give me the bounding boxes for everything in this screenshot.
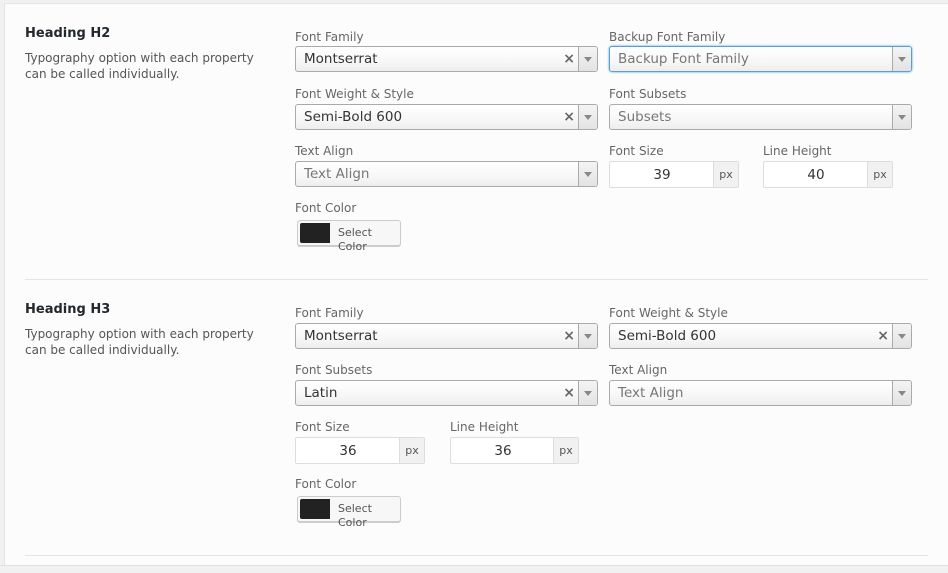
select-value: Montserrat [304,51,378,67]
h2-line-height-input[interactable]: 40 px [763,161,893,188]
select-placeholder: Text Align [618,385,684,401]
select-value: Semi-Bold 600 [618,328,717,344]
unit-label: px [553,438,578,463]
clear-icon[interactable]: × [563,383,575,403]
h2-font-family-select[interactable]: Montserrat × [295,46,598,72]
h3-font-size-input[interactable]: 36 px [295,437,425,464]
label-text-align: Text Align [609,363,668,377]
select-color-label: Select Color [338,226,372,253]
select-color-label: Select Color [338,502,372,529]
label-backup-font-family: Backup Font Family [609,30,726,44]
color-swatch [300,499,330,519]
section-desc-h2: Typography option with each property can… [25,51,254,81]
clear-icon[interactable]: × [563,326,575,346]
color-swatch [300,223,330,243]
h3-font-weight-select[interactable]: Semi-Bold 600 × [609,323,912,349]
dropdown-arrow-icon[interactable] [892,381,911,405]
h3-select-color-button[interactable]: Select Color [297,496,401,529]
label-font-subsets: Font Subsets [295,363,373,377]
h3-font-family-select[interactable]: Montserrat × [295,323,598,349]
label-font-weight: Font Weight & Style [295,87,414,101]
h2-text-align-select[interactable]: Text Align [295,161,598,187]
section-title-h3: Heading H3 [25,302,111,317]
h3-text-align-select[interactable]: Text Align [609,380,912,406]
select-placeholder: Text Align [304,166,370,182]
label-font-size: Font Size [295,420,350,434]
select-placeholder: Backup Font Family [618,51,749,67]
select-placeholder: Subsets [618,109,672,125]
label-font-family: Font Family [295,30,364,44]
label-text-align: Text Align [295,144,354,158]
label-line-height: Line Height [763,144,832,158]
dropdown-arrow-icon[interactable] [892,47,911,71]
h2-select-color-button[interactable]: Select Color [297,220,401,253]
font-size-value[interactable]: 39 [610,167,714,183]
h2-font-weight-select[interactable]: Semi-Bold 600 × [295,104,598,130]
dropdown-arrow-icon[interactable] [578,105,597,129]
label-font-weight: Font Weight & Style [609,306,728,320]
dropdown-arrow-icon[interactable] [578,162,597,186]
h2-font-size-input[interactable]: 39 px [609,161,739,188]
dropdown-arrow-icon[interactable] [578,47,597,71]
dropdown-arrow-icon[interactable] [892,324,911,348]
unit-label: px [867,162,892,187]
label-font-subsets: Font Subsets [609,87,687,101]
label-font-family: Font Family [295,306,364,320]
h3-line-height-input[interactable]: 36 px [450,437,579,464]
dropdown-arrow-icon[interactable] [578,324,597,348]
unit-label: px [713,162,738,187]
label-font-color: Font Color [295,477,357,491]
clear-icon[interactable]: × [563,107,575,127]
dropdown-arrow-icon[interactable] [578,381,597,405]
label-font-color: Font Color [295,201,357,215]
h2-backup-font-family-select[interactable]: Backup Font Family [609,46,912,72]
section-divider [25,555,928,556]
section-title-h2: Heading H2 [25,26,111,41]
select-value: Latin [304,385,338,401]
h2-font-subsets-select[interactable]: Subsets [609,104,912,130]
select-value: Semi-Bold 600 [304,109,403,125]
dropdown-arrow-icon[interactable] [892,105,911,129]
line-height-value[interactable]: 40 [764,167,868,183]
clear-icon[interactable]: × [877,326,889,346]
section-divider [25,279,928,280]
section-desc-h3: Typography option with each property can… [25,327,254,357]
typography-panel [4,3,948,566]
h3-font-subsets-select[interactable]: Latin × [295,380,598,406]
label-line-height: Line Height [450,420,519,434]
clear-icon[interactable]: × [563,49,575,69]
label-font-size: Font Size [609,144,664,158]
unit-label: px [399,438,424,463]
select-value: Montserrat [304,328,378,344]
font-size-value[interactable]: 36 [296,443,400,459]
line-height-value[interactable]: 36 [451,443,555,459]
